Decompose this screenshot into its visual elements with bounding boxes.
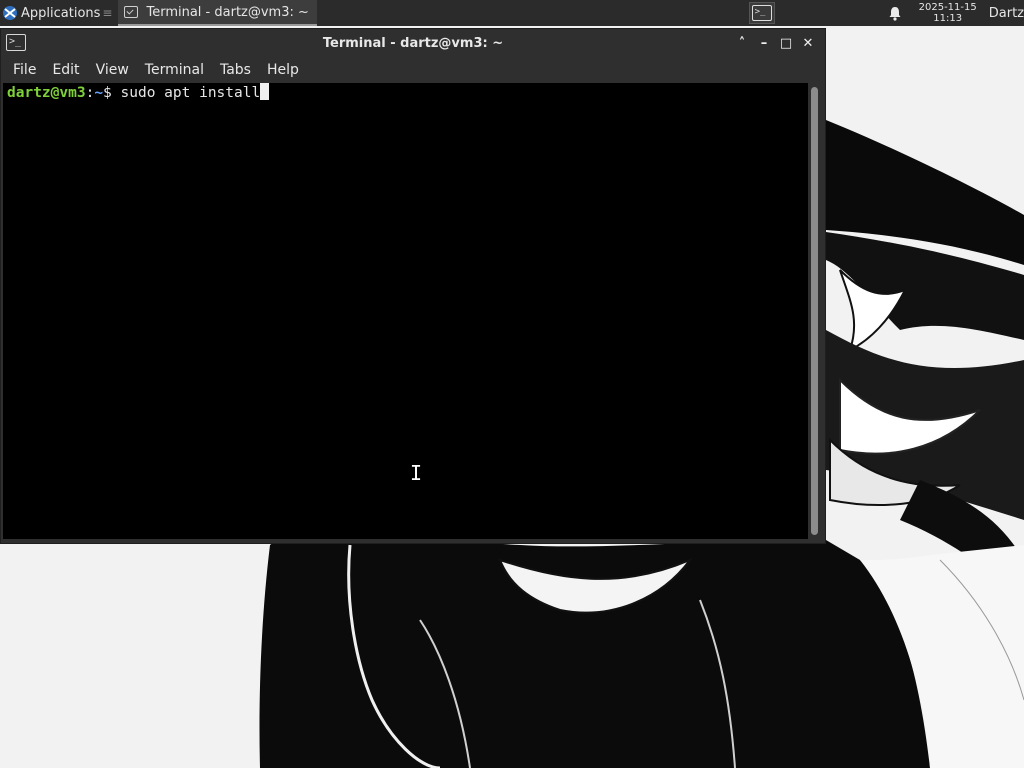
panel-separator: ≡ bbox=[102, 6, 113, 20]
bell-icon bbox=[889, 6, 901, 21]
applications-label: Applications bbox=[21, 5, 101, 21]
shade-button[interactable]: ˄ bbox=[731, 33, 753, 53]
menu-tabs[interactable]: Tabs bbox=[212, 57, 259, 83]
text-cursor bbox=[260, 83, 270, 100]
window-controls: ˄ – □ ✕ bbox=[731, 33, 819, 53]
notifications-button[interactable] bbox=[885, 6, 905, 21]
terminal-window: >_ Terminal - dartz@vm3: ~ ˄ – □ ✕ File … bbox=[0, 28, 826, 544]
ibeam-cursor-icon: I bbox=[410, 461, 423, 485]
terminal-output[interactable]: dartz@vm3:~$ sudo apt install I bbox=[3, 83, 808, 539]
menu-edit[interactable]: Edit bbox=[44, 57, 87, 83]
clock-time: 11:13 bbox=[933, 13, 963, 24]
clock[interactable]: 2025-11-15 11:13 bbox=[919, 2, 977, 24]
user-menu[interactable]: Dartz bbox=[989, 6, 1024, 21]
taskbar-button-terminal[interactable]: Terminal - dartz@vm3: ~ bbox=[118, 0, 317, 26]
close-button[interactable]: ✕ bbox=[797, 33, 819, 53]
window-title: Terminal - dartz@vm3: ~ bbox=[322, 35, 504, 51]
terminal-icon bbox=[124, 6, 139, 18]
prompt-user: dartz@vm3 bbox=[7, 85, 86, 101]
window-titlebar[interactable]: >_ Terminal - dartz@vm3: ~ ˄ – □ ✕ bbox=[1, 29, 825, 57]
top-panel: Applications ≡ Terminal - dartz@vm3: ~ >… bbox=[0, 0, 1024, 26]
taskbar-button-label: Terminal - dartz@vm3: ~ bbox=[146, 4, 309, 20]
prompt-symbol: $ bbox=[103, 85, 121, 101]
vertical-scrollbar[interactable] bbox=[808, 83, 821, 539]
maximize-button[interactable]: □ bbox=[775, 33, 797, 53]
xfce-logo-icon bbox=[3, 6, 17, 20]
command-text: sudo apt install bbox=[120, 85, 261, 101]
clock-date: 2025-11-15 bbox=[918, 2, 977, 13]
menu-file[interactable]: File bbox=[5, 57, 44, 83]
scrollbar-thumb[interactable] bbox=[811, 87, 818, 535]
menu-terminal[interactable]: Terminal bbox=[137, 57, 212, 83]
command-line: dartz@vm3:~$ sudo apt install bbox=[7, 83, 270, 103]
menu-view[interactable]: View bbox=[88, 57, 137, 83]
applications-menu[interactable]: Applications ≡ bbox=[0, 0, 118, 26]
menu-help[interactable]: Help bbox=[259, 57, 307, 83]
menubar: File Edit View Terminal Tabs Help bbox=[1, 57, 825, 83]
minimize-button[interactable]: – bbox=[753, 33, 775, 53]
prompt-separator: : bbox=[85, 85, 95, 101]
terminal-icon: >_ bbox=[751, 5, 772, 21]
prompt-path: ~ bbox=[94, 85, 104, 101]
terminal-launcher-button[interactable]: >_ bbox=[748, 2, 775, 24]
